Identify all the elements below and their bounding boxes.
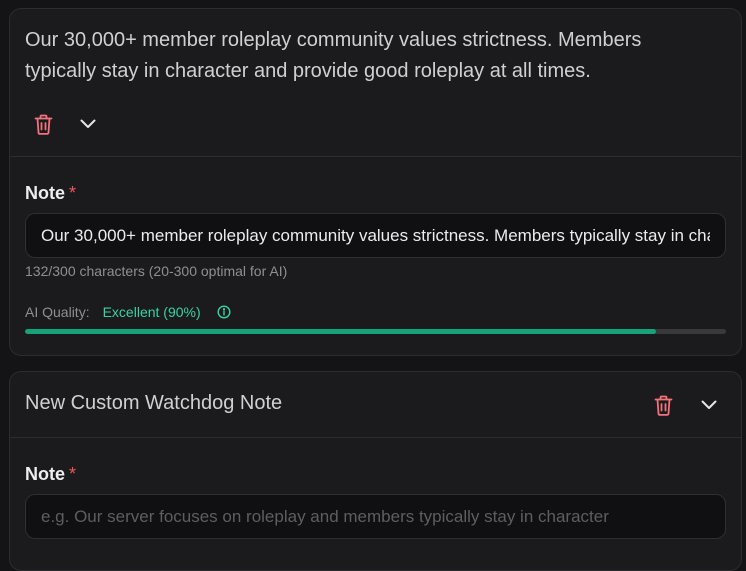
note-field-label-text: Note (25, 183, 65, 203)
char-count: 132/300 characters (20-300 optimal for A… (25, 263, 288, 279)
ai-quality-progress-bar (25, 329, 726, 334)
trash-icon (654, 395, 673, 416)
delete-new-note-button[interactable] (647, 389, 679, 421)
required-marker: * (69, 464, 77, 484)
ai-quality-row: AI Quality: Excellent (90%) (25, 304, 231, 320)
new-watchdog-note-card: New Custom Watchdog Note Note * (9, 371, 742, 571)
ai-quality-value: Excellent (90%) (102, 304, 201, 320)
watchdog-note-card: Our 30,000+ member roleplay community va… (9, 8, 742, 356)
new-note-field-label-text: Note (25, 464, 65, 484)
new-note-field-label: Note * (25, 464, 76, 485)
new-note-title: New Custom Watchdog Note (25, 392, 283, 414)
ai-quality-progress-fill (25, 329, 656, 334)
ai-quality-label: AI Quality: (25, 304, 90, 320)
note-input[interactable] (25, 213, 726, 258)
chevron-down-icon (701, 400, 717, 410)
delete-note-button[interactable] (27, 108, 59, 140)
new-note-input[interactable] (25, 494, 726, 539)
collapse-note-button[interactable] (72, 108, 104, 140)
info-icon[interactable] (217, 305, 231, 319)
chevron-down-icon (80, 119, 96, 129)
note-field-label: Note * (25, 183, 76, 204)
note-summary: Our 30,000+ member roleplay community va… (25, 29, 642, 82)
collapse-new-note-button[interactable] (693, 389, 725, 421)
note-card-header: Our 30,000+ member roleplay community va… (10, 9, 741, 157)
required-marker: * (69, 183, 77, 203)
new-note-card-header: New Custom Watchdog Note (10, 372, 741, 438)
trash-icon (34, 114, 53, 135)
